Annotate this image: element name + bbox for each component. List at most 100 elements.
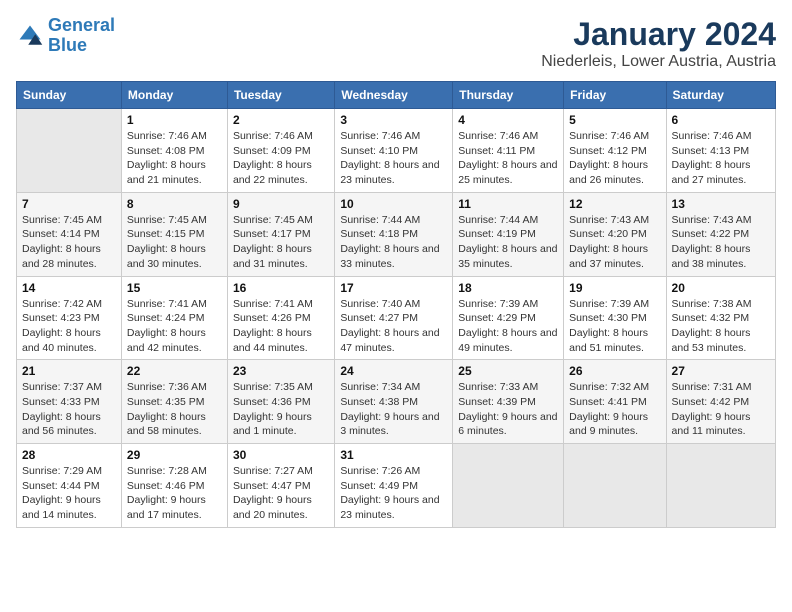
calendar-cell: 24 Sunrise: 7:34 AMSunset: 4:38 PMDayligh… [335,360,453,444]
day-number: 9 [233,197,329,211]
calendar-cell: 16 Sunrise: 7:41 AMSunset: 4:26 PMDayligh… [227,276,334,360]
calendar-cell: 6Sunrise: 7:46 AMSunset: 4:13 PMDaylight… [666,109,775,193]
calendar-subtitle: Niederleis, Lower Austria, Austria [541,53,776,71]
day-info: Sunrise: 7:45 AMSunset: 4:14 PMDaylight:… [22,213,116,272]
day-info: Sunrise: 7:37 AMSunset: 4:33 PMDaylight:… [22,380,116,439]
day-info: Sunrise: 7:44 AMSunset: 4:18 PMDaylight:… [340,213,447,272]
day-info: Sunrise: 7:43 AMSunset: 4:22 PMDaylight:… [672,213,770,272]
weekday-header: Sunday [17,82,122,109]
weekday-header-row: SundayMondayTuesdayWednesdayThursdayFrid… [17,82,776,109]
day-number: 19 [569,281,660,295]
calendar-cell: 8Sunrise: 7:45 AMSunset: 4:15 PMDaylight… [121,192,227,276]
calendar-cell: 5Sunrise: 7:46 AMSunset: 4:12 PMDaylight… [564,109,666,193]
calendar-week-row: 14 Sunrise: 7:42 AMSunset: 4:23 PMDayligh… [17,276,776,360]
day-info: Sunrise: 7:39 AMSunset: 4:29 PMDaylight:… [458,297,558,356]
day-info: Sunrise: 7:46 AMSunset: 4:13 PMDaylight:… [672,129,770,188]
calendar-cell [564,444,666,528]
day-number: 22 [127,364,222,378]
day-number: 25 [458,364,558,378]
page-header: General Blue January 2024 Niederleis, Lo… [16,16,776,71]
day-info: Sunrise: 7:39 AMSunset: 4:30 PMDaylight:… [569,297,660,356]
day-info: Sunrise: 7:46 AMSunset: 4:08 PMDaylight:… [127,129,222,188]
calendar-cell: 9Sunrise: 7:45 AMSunset: 4:17 PMDaylight… [227,192,334,276]
day-info: Sunrise: 7:46 AMSunset: 4:12 PMDaylight:… [569,129,660,188]
calendar-cell: 2 Sunrise: 7:46 AMSunset: 4:09 PMDaylight… [227,109,334,193]
day-info: Sunrise: 7:29 AMSunset: 4:44 PMDaylight:… [22,464,116,523]
day-info: Sunrise: 7:36 AMSunset: 4:35 PMDaylight:… [127,380,222,439]
day-info: Sunrise: 7:26 AMSunset: 4:49 PMDaylight:… [340,464,447,523]
day-info: Sunrise: 7:42 AMSunset: 4:23 PMDaylight:… [22,297,116,356]
weekday-header: Wednesday [335,82,453,109]
day-info: Sunrise: 7:35 AMSunset: 4:36 PMDaylight:… [233,380,329,439]
calendar-cell: 28 Sunrise: 7:29 AMSunset: 4:44 PMDayligh… [17,444,122,528]
calendar-cell: 23 Sunrise: 7:35 AMSunset: 4:36 PMDayligh… [227,360,334,444]
day-number: 21 [22,364,116,378]
day-info: Sunrise: 7:46 AMSunset: 4:09 PMDaylight:… [233,129,329,188]
day-number: 12 [569,197,660,211]
calendar-cell: 30 Sunrise: 7:27 AMSunset: 4:47 PMDayligh… [227,444,334,528]
calendar-cell: 29 Sunrise: 7:28 AMSunset: 4:46 PMDayligh… [121,444,227,528]
day-info: Sunrise: 7:32 AMSunset: 4:41 PMDaylight:… [569,380,660,439]
calendar-cell: 25Sunrise: 7:33 AMSunset: 4:39 PMDayligh… [453,360,564,444]
day-number: 1 [127,113,222,127]
day-number: 10 [340,197,447,211]
day-info: Sunrise: 7:28 AMSunset: 4:46 PMDaylight:… [127,464,222,523]
calendar-cell: 21 Sunrise: 7:37 AMSunset: 4:33 PMDayligh… [17,360,122,444]
day-number: 31 [340,448,447,462]
day-number: 24 [340,364,447,378]
day-info: Sunrise: 7:44 AMSunset: 4:19 PMDaylight:… [458,213,558,272]
calendar-week-row: 7 Sunrise: 7:45 AMSunset: 4:14 PMDaylight… [17,192,776,276]
day-number: 16 [233,281,329,295]
day-info: Sunrise: 7:41 AMSunset: 4:24 PMDaylight:… [127,297,222,356]
calendar-week-row: 28 Sunrise: 7:29 AMSunset: 4:44 PMDayligh… [17,444,776,528]
title-area: January 2024 Niederleis, Lower Austria, … [541,16,776,71]
day-number: 28 [22,448,116,462]
weekday-header: Monday [121,82,227,109]
day-info: Sunrise: 7:38 AMSunset: 4:32 PMDaylight:… [672,297,770,356]
calendar-cell: 27 Sunrise: 7:31 AMSunset: 4:42 PMDayligh… [666,360,775,444]
calendar-cell: 15Sunrise: 7:41 AMSunset: 4:24 PMDayligh… [121,276,227,360]
calendar-cell: 12 Sunrise: 7:43 AMSunset: 4:20 PMDayligh… [564,192,666,276]
day-number: 11 [458,197,558,211]
calendar-cell: 13 Sunrise: 7:43 AMSunset: 4:22 PMDayligh… [666,192,775,276]
day-number: 3 [340,113,447,127]
calendar-cell: 26 Sunrise: 7:32 AMSunset: 4:41 PMDayligh… [564,360,666,444]
calendar-cell: 31 Sunrise: 7:26 AMSunset: 4:49 PMDayligh… [335,444,453,528]
day-number: 13 [672,197,770,211]
calendar-cell: 4Sunrise: 7:46 AMSunset: 4:11 PMDaylight… [453,109,564,193]
day-number: 7 [22,197,116,211]
calendar-cell [453,444,564,528]
day-number: 2 [233,113,329,127]
day-info: Sunrise: 7:27 AMSunset: 4:47 PMDaylight:… [233,464,329,523]
day-info: Sunrise: 7:41 AMSunset: 4:26 PMDaylight:… [233,297,329,356]
day-number: 18 [458,281,558,295]
logo-icon [16,22,44,50]
day-number: 30 [233,448,329,462]
day-info: Sunrise: 7:31 AMSunset: 4:42 PMDaylight:… [672,380,770,439]
weekday-header: Friday [564,82,666,109]
day-info: Sunrise: 7:45 AMSunset: 4:15 PMDaylight:… [127,213,222,272]
day-number: 29 [127,448,222,462]
calendar-table: SundayMondayTuesdayWednesdayThursdayFrid… [16,81,776,528]
day-number: 27 [672,364,770,378]
calendar-cell [666,444,775,528]
weekday-header: Tuesday [227,82,334,109]
calendar-cell: 19 Sunrise: 7:39 AMSunset: 4:30 PMDayligh… [564,276,666,360]
day-info: Sunrise: 7:46 AMSunset: 4:10 PMDaylight:… [340,129,447,188]
day-number: 4 [458,113,558,127]
logo-text: General Blue [48,16,115,56]
day-info: Sunrise: 7:34 AMSunset: 4:38 PMDaylight:… [340,380,447,439]
day-info: Sunrise: 7:40 AMSunset: 4:27 PMDaylight:… [340,297,447,356]
calendar-cell: 18 Sunrise: 7:39 AMSunset: 4:29 PMDayligh… [453,276,564,360]
day-number: 14 [22,281,116,295]
weekday-header: Thursday [453,82,564,109]
calendar-cell [17,109,122,193]
logo: General Blue [16,16,115,56]
calendar-title: January 2024 [541,16,776,53]
day-info: Sunrise: 7:43 AMSunset: 4:20 PMDaylight:… [569,213,660,272]
day-number: 23 [233,364,329,378]
calendar-cell: 10 Sunrise: 7:44 AMSunset: 4:18 PMDayligh… [335,192,453,276]
calendar-cell: 17Sunrise: 7:40 AMSunset: 4:27 PMDayligh… [335,276,453,360]
day-number: 26 [569,364,660,378]
calendar-cell: 1 Sunrise: 7:46 AMSunset: 4:08 PMDaylight… [121,109,227,193]
